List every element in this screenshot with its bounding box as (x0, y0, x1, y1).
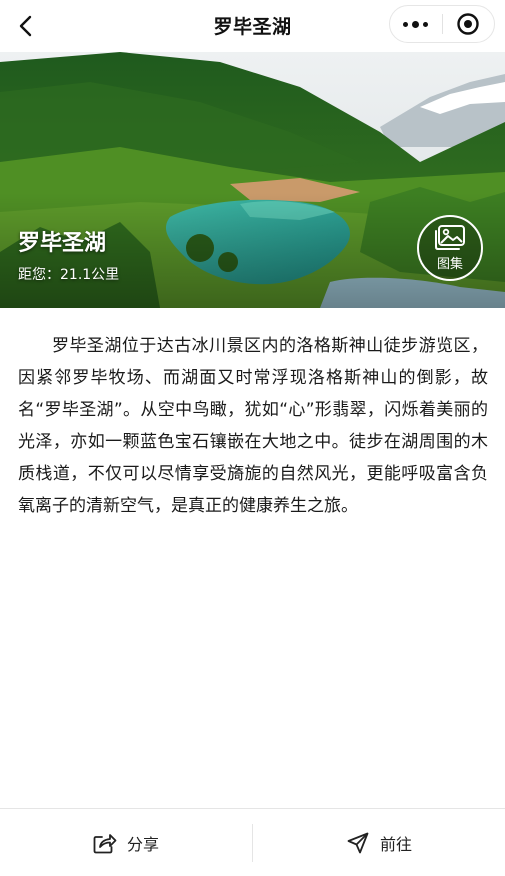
distance-text: 距您：21.1公里 (18, 267, 120, 283)
close-miniprogram-button[interactable] (443, 6, 495, 42)
page: 罗毕圣湖 罗毕圣湖 距您：21.1公里 图集 罗毕圣湖位于达古冰川景区内的洛格斯… (0, 0, 505, 876)
image-gallery-icon (435, 224, 465, 250)
navigation-arrow-icon (347, 832, 369, 853)
navigation-bar: 罗毕圣湖 (0, 0, 505, 52)
gallery-button[interactable]: 图集 (417, 215, 483, 281)
more-dots-icon (403, 20, 429, 28)
share-icon (93, 833, 117, 853)
capsule-menu (389, 5, 495, 43)
more-button[interactable] (390, 6, 442, 42)
share-label: 分享 (126, 834, 159, 854)
hero-image: 罗毕圣湖 距您：21.1公里 图集 (0, 52, 505, 308)
gallery-label: 图集 (436, 256, 463, 272)
navigate-button[interactable]: 前往 (253, 809, 505, 876)
hero-title: 罗毕圣湖 (18, 231, 107, 256)
target-circle-icon (457, 13, 479, 35)
bottom-action-bar: 分享 前往 (0, 808, 505, 876)
navigate-label: 前往 (379, 834, 412, 854)
description-text: 罗毕圣湖位于达古冰川景区内的洛格斯神山徒步游览区，因紧邻罗毕牧场、而湖面又时常浮… (18, 336, 488, 516)
share-button[interactable]: 分享 (0, 809, 252, 876)
